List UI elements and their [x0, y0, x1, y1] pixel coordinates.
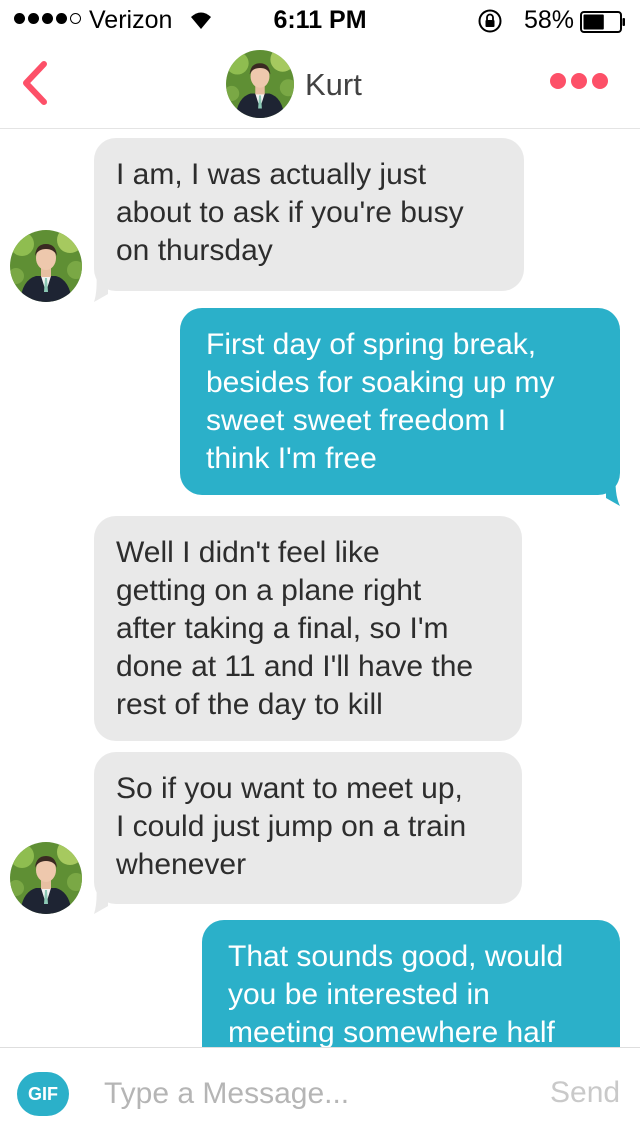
- message-text-line: I am, I was actually just: [116, 158, 427, 191]
- bubble-tail: [94, 266, 108, 302]
- contact-avatar[interactable]: [10, 230, 82, 302]
- status-bar: Verizon 6:11 PM 58%: [0, 0, 640, 40]
- message-text-line: you be interested in: [228, 978, 490, 1011]
- message-text-line: So if you want to meet up,: [116, 772, 463, 805]
- chat-screen: Verizon 6:11 PM 58% Kurt I am, I was act…: [0, 0, 640, 1136]
- message-text-line: done at 11 and I'll have the: [116, 650, 474, 683]
- chevron-left-icon[interactable]: [14, 58, 56, 108]
- chat-header: Kurt: [0, 40, 640, 129]
- contact-avatar[interactable]: [10, 842, 82, 914]
- message-text-line: That sounds good, would: [228, 940, 564, 973]
- send-button[interactable]: Send: [550, 1076, 620, 1110]
- message-text-line: sweet sweet freedom I: [206, 404, 507, 437]
- bubble-tail: [606, 470, 620, 506]
- incoming-message-bubble[interactable]: I am, I was actually just about to ask i…: [94, 138, 524, 291]
- message-composer: GIF Send: [0, 1047, 640, 1136]
- contact-name[interactable]: Kurt: [305, 67, 362, 103]
- orientation-lock-icon: [478, 9, 502, 33]
- incoming-message-bubble[interactable]: So if you want to meet up, I could just …: [94, 752, 522, 904]
- more-dots-icon[interactable]: [550, 73, 608, 89]
- message-input[interactable]: [104, 1070, 524, 1118]
- message-text-line: I could just jump on a train: [116, 810, 467, 843]
- message-text-line: about to ask if you're busy: [116, 196, 464, 229]
- battery-icon: [580, 11, 625, 33]
- bubble-tail: [94, 878, 108, 914]
- contact-avatar[interactable]: [226, 50, 294, 118]
- message-text-line: First day of spring break,: [206, 328, 537, 361]
- message-text-line: besides for soaking up my: [206, 366, 555, 399]
- message-text-line: whenever: [116, 848, 247, 881]
- message-text-line: after taking a final, so I'm: [116, 612, 449, 645]
- message-text-line: think I'm free: [206, 442, 377, 475]
- message-text-line: on thursday: [116, 234, 273, 267]
- incoming-message-bubble[interactable]: Well I didn't feel like getting on a pla…: [94, 516, 522, 741]
- battery-percentage: 58%: [524, 6, 575, 34]
- message-text-line: rest of the day to kill: [116, 688, 383, 721]
- outgoing-message-bubble[interactable]: First day of spring break, besides for s…: [180, 308, 620, 495]
- message-text-line: getting on a plane right: [116, 574, 422, 607]
- message-text-line: Well I didn't feel like: [116, 536, 380, 569]
- gif-button[interactable]: GIF: [17, 1072, 69, 1116]
